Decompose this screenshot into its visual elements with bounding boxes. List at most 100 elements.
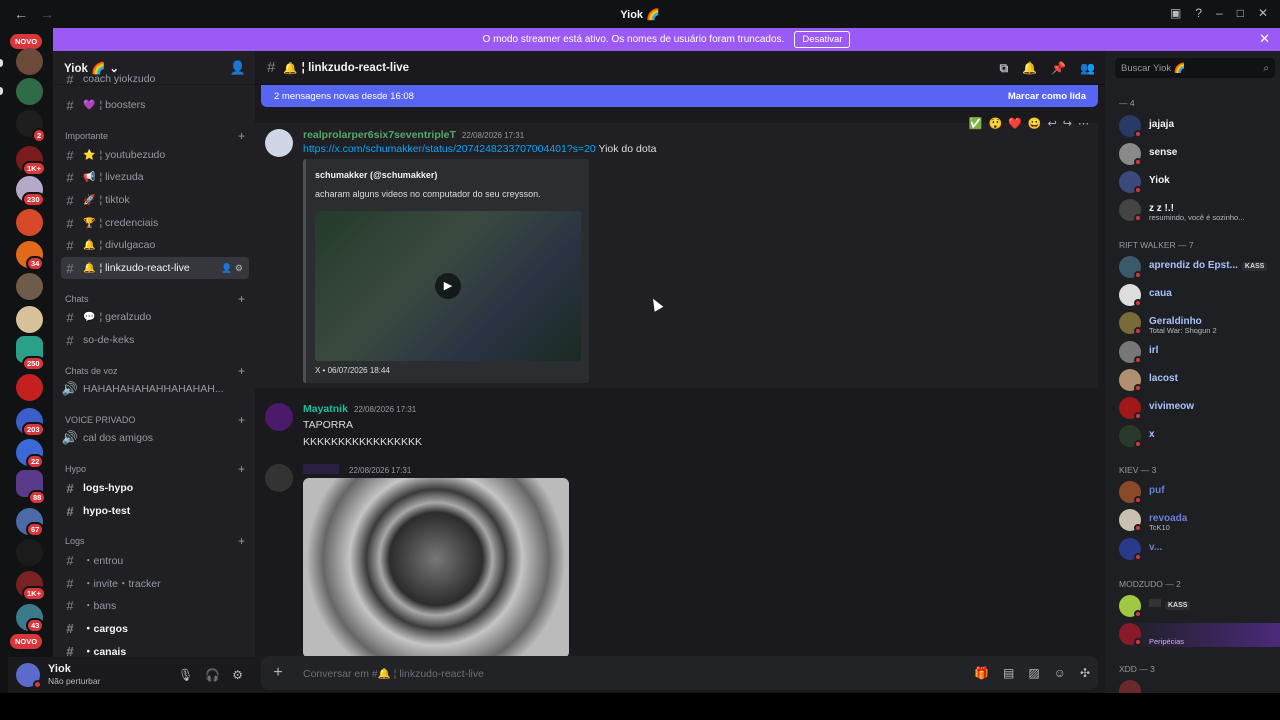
channel-canais[interactable]: # ・canais [61, 640, 249, 658]
member-item[interactable]: lacost [1119, 369, 1279, 393]
add-reaction-icon[interactable]: 😀 [1028, 117, 1042, 130]
gear-icon[interactable]: ⚙ [232, 668, 243, 682]
mark-as-read-button[interactable]: Marcar como lida [1008, 91, 1086, 102]
server-icon[interactable] [16, 48, 43, 75]
channel-credenciais[interactable]: # 🏆 ¦ credenciais [61, 212, 249, 234]
pin-icon[interactable]: 📌 [1051, 61, 1066, 76]
close-banner-icon[interactable]: ✕ [1259, 31, 1270, 47]
member-item[interactable]: sense [1119, 143, 1279, 167]
new-messages-bar[interactable]: 2 mensagens novas desde 16:08 Marcar com… [261, 85, 1098, 107]
add-channel-icon[interactable]: + [238, 364, 245, 378]
server-icon[interactable] [16, 539, 43, 566]
maximize-button[interactable]: □ [1237, 6, 1244, 20]
microphone-icon[interactable]: 🎙 [178, 668, 193, 682]
member-item[interactable]: Peripécias [1119, 623, 1280, 647]
member-list-icon[interactable]: 👥 [1080, 61, 1095, 76]
voice-channel[interactable]: 🔊 HAHAHAHAHAHHAHAHAH... [61, 378, 249, 400]
channel-bans[interactable]: # ・bans [61, 594, 249, 616]
member-item[interactable]: Yiok [1119, 171, 1279, 195]
gift-icon[interactable]: 🎁 [974, 666, 989, 680]
headphones-icon[interactable]: 🎧 [205, 668, 220, 682]
avatar[interactable] [265, 403, 293, 431]
member-item[interactable]: irl [1119, 341, 1279, 365]
heart-reaction-icon[interactable]: ❤️ [1008, 117, 1022, 130]
member-item[interactable]: x [1119, 425, 1279, 449]
message-author[interactable]: Mayatnik 22/08/2026 17:31 [303, 403, 416, 415]
member-item[interactable]: Geraldinho Total War: Shogun 2 [1119, 312, 1279, 336]
threads-icon[interactable]: ⧉ [1000, 61, 1009, 76]
message-composer[interactable]: + Conversar em #🔔 ¦ linkzudo-react-live … [261, 656, 1098, 690]
server-icon[interactable] [16, 306, 43, 333]
category-chats-de-voz[interactable]: Chats de voz + [65, 363, 245, 379]
server-icon[interactable] [16, 374, 43, 401]
forward-icon[interactable]: ↪ [1063, 117, 1072, 130]
channel-cargos[interactable]: # ・cargos [61, 617, 249, 639]
member-item[interactable]: jajaja [1119, 115, 1279, 139]
message-author[interactable] [303, 464, 339, 474]
search-input[interactable]: Buscar Yiok 🌈 ⌕ [1115, 58, 1275, 78]
member-item[interactable]: aprendiz do Epst... KASS [1119, 256, 1279, 280]
member-item[interactable]: KASS [1119, 595, 1279, 619]
channel-logs-hypo[interactable]: # logs-hypo [61, 477, 249, 499]
sticker-icon[interactable]: ▨ [1028, 666, 1039, 680]
image-attachment[interactable] [303, 478, 569, 658]
channel-coach[interactable]: # coach yiokzudo [61, 72, 249, 87]
member-item[interactable] [1119, 680, 1279, 693]
notification-bell-icon[interactable]: 🔔 [1022, 61, 1037, 76]
close-window-button[interactable]: ✕ [1258, 6, 1268, 20]
attach-icon[interactable]: + [261, 664, 295, 682]
member-item[interactable]: v... [1119, 538, 1279, 562]
add-channel-icon[interactable]: + [238, 413, 245, 427]
channel-linkzudo-react-live[interactable]: # 🔔 ¦ linkzudo-react-live 👤 ⚙ [61, 257, 249, 279]
category-chats[interactable]: Chats + [65, 291, 245, 307]
help-icon[interactable]: ? [1195, 6, 1202, 20]
channel-invite-tracker[interactable]: # ・invite・tracker [61, 572, 249, 594]
voice-channel-amigos[interactable]: 🔊 cal dos amigos [61, 427, 249, 449]
add-channel-icon[interactable]: + [238, 129, 245, 143]
message-link[interactable]: https://x.com/schumakker/status/20742482… [303, 143, 596, 155]
category-logs[interactable]: Logs + [65, 533, 245, 549]
inbox-icon[interactable]: ▣ [1170, 6, 1181, 20]
forward-arrow-icon[interactable]: → [40, 6, 54, 22]
add-channel-icon[interactable]: + [238, 292, 245, 306]
minimize-button[interactable]: – [1216, 6, 1223, 20]
member-item[interactable]: revoada TcK10 [1119, 509, 1279, 533]
reply-icon[interactable]: ↩ [1048, 117, 1057, 130]
message-author[interactable]: realprolarper6six7seventripleT 22/08/2026… [303, 129, 524, 141]
channel-youtubezudo[interactable]: # ⭐ ¦ youtubezudo [61, 144, 249, 166]
gif-icon[interactable]: ▤ [1003, 666, 1014, 680]
channel-settings-icon[interactable]: 👤 ⚙ [221, 263, 243, 274]
category-voice-privado[interactable]: VOICE PRIVADO + [65, 412, 245, 428]
surprised-reaction-icon[interactable]: 😲 [988, 117, 1002, 130]
check-reaction-icon[interactable]: ✅ [969, 117, 983, 130]
avatar[interactable] [265, 129, 293, 157]
channel-boosters[interactable]: # 💜 ¦ boosters [61, 94, 249, 116]
member-item[interactable]: vivimeow [1119, 397, 1279, 421]
server-icon[interactable] [16, 209, 43, 236]
category-hypo[interactable]: Hypo + [65, 461, 245, 477]
channel-divulgacao[interactable]: # 🔔 ¦ divulgacao [61, 234, 249, 256]
more-icon[interactable]: ⋯ [1078, 117, 1089, 130]
play-icon[interactable]: ▶ [435, 273, 461, 299]
channel-tiktok[interactable]: # 🚀 ¦ tiktok [61, 189, 249, 211]
message-input[interactable]: Conversar em #🔔 ¦ linkzudo-react-live [303, 667, 484, 680]
channel-so-de-keks[interactable]: # so-de-keks [61, 329, 249, 351]
channel-hypo-test[interactable]: # hypo-test [61, 500, 249, 522]
avatar[interactable] [265, 464, 293, 492]
server-icon[interactable] [16, 78, 43, 105]
channel-entrou[interactable]: # ・entrou [61, 549, 249, 571]
add-channel-icon[interactable]: + [238, 534, 245, 548]
emoji-icon[interactable]: ☺ [1054, 666, 1066, 680]
channel-livezuda[interactable]: # 📢 ¦ livezuda [61, 166, 249, 188]
embed-video[interactable]: ▶ [315, 211, 581, 361]
disable-streamer-button[interactable]: Desativar [794, 31, 851, 48]
member-item[interactable]: z z !.! resumindo, você é sozinho... [1119, 199, 1279, 223]
apps-icon[interactable]: ✣ [1080, 666, 1090, 680]
avatar[interactable] [16, 663, 42, 689]
add-channel-icon[interactable]: + [238, 462, 245, 476]
embed-author[interactable]: schumakker (@schumakker) [315, 170, 437, 180]
category-importante[interactable]: Importante + [65, 128, 245, 144]
back-arrow-icon[interactable]: ← [14, 6, 28, 22]
server-icon[interactable] [16, 273, 43, 300]
channel-geralzudo[interactable]: # 💬 ¦ geralzudo [61, 306, 249, 328]
